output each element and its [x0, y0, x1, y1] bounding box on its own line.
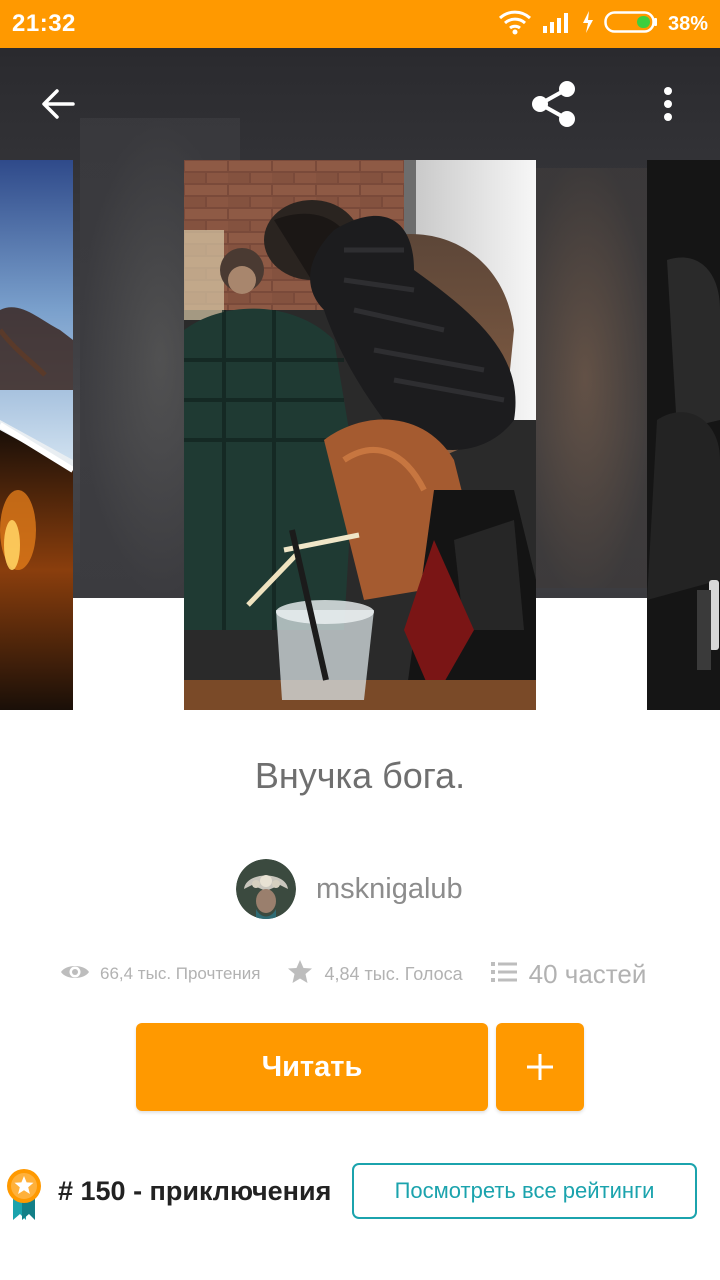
- ranking-text: # 150 - приключения: [58, 1176, 332, 1206]
- add-to-library-button[interactable]: [496, 1023, 584, 1111]
- signal-icon: [542, 10, 572, 39]
- cover-image: [647, 160, 720, 710]
- share-icon: [532, 81, 575, 127]
- more-vertical-icon: [664, 87, 672, 121]
- story-stats: 66,4 тыс. Прочтения 4,84 тыс. Голоса 40 …: [60, 950, 670, 998]
- share-button[interactable]: [526, 76, 582, 132]
- parts-count[interactable]: 40 частей: [529, 959, 647, 990]
- battery-percent: 38%: [667, 12, 708, 35]
- cover-image: [0, 160, 73, 710]
- battery-icon: [604, 10, 658, 39]
- author-row[interactable]: msknigalub: [236, 858, 463, 920]
- previous-cover[interactable]: [0, 160, 73, 710]
- votes-stat: 4,84 тыс. Голоса: [287, 959, 463, 990]
- ranking-row: # 150 - приключения Посмотреть все рейти…: [0, 1162, 720, 1222]
- story-title: Внучка бога.: [254, 755, 466, 796]
- arrow-left-icon: [42, 89, 75, 119]
- view-all-rankings-button[interactable]: Посмотреть все рейтинги: [352, 1163, 697, 1219]
- wifi-icon: [498, 9, 532, 40]
- more-options-button[interactable]: [640, 76, 696, 132]
- status-bar: 21:32 38%: [0, 0, 720, 48]
- story-cover[interactable]: [184, 160, 536, 710]
- eye-icon: [60, 962, 90, 987]
- next-cover[interactable]: [647, 160, 720, 710]
- list-icon: [490, 960, 517, 989]
- reads-stat: 66,4 тыс. Прочтения: [60, 962, 261, 987]
- award-badge-icon: [4, 1168, 44, 1222]
- votes-count: 4,84 тыс. Голоса: [324, 963, 463, 984]
- avatar[interactable]: [236, 859, 296, 919]
- status-icons: 38%: [498, 9, 708, 40]
- status-time: 21:32: [12, 10, 76, 37]
- reads-count: 66,4 тыс. Прочтения: [100, 964, 261, 983]
- author-name[interactable]: msknigalub: [316, 873, 463, 906]
- read-button[interactable]: Читать: [136, 1023, 488, 1111]
- parts-stat[interactable]: 40 частей: [490, 959, 647, 990]
- story-details-screen: 21:32 38% Внучка бога. msknigalub 66,4 т…: [0, 0, 720, 1280]
- plus-icon: [527, 1054, 553, 1080]
- app-bar: [0, 48, 720, 160]
- back-button[interactable]: [30, 76, 86, 132]
- charging-icon: [582, 10, 594, 38]
- cover-image: [184, 160, 536, 710]
- app-bar-actions: [526, 76, 696, 132]
- star-icon: [287, 959, 313, 990]
- avatar-image: [236, 859, 296, 919]
